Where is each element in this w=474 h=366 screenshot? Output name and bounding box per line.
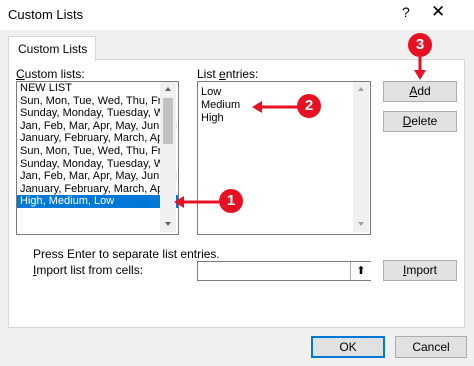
tab-label: Custom Lists [18,42,88,56]
custom-lists-label: Custom lists: [16,67,85,81]
custom-lists-scrollbar[interactable] [160,82,176,232]
import-hint: Press Enter to separate list entries. [33,247,220,261]
scroll-up-icon [165,87,171,91]
list-item[interactable]: January, February, March, Apri [17,132,178,145]
list-item[interactable]: January, February, March, Apri [17,183,178,196]
tab-custom-lists[interactable]: Custom Lists [8,36,96,61]
list-entries-label: List entries: [197,67,259,81]
cancel-button[interactable]: Cancel [395,336,467,358]
callout-badge-2: 2 [297,94,321,118]
callout-badge-3: 3 [408,33,432,57]
import-button[interactable]: Import [383,260,457,281]
callout-arrow-2 [252,101,298,113]
delete-button[interactable]: Delete [383,111,457,132]
entry-line: Low [201,86,222,98]
list-item[interactable]: Sunday, Monday, Tuesday, We [17,107,178,120]
list-item[interactable]: Jan, Feb, Mar, Apr, May, Jun, Ju [17,120,178,133]
import-range-input[interactable] [197,261,371,281]
scroll-down-icon [358,222,364,226]
list-item[interactable]: NEW LIST [17,82,178,95]
scroll-thumb [163,98,173,144]
scroll-up-icon [358,87,364,91]
list-item[interactable]: Sun, Mon, Tue, Wed, Thu, Fri, [17,145,178,158]
list-item[interactable]: Sunday, Monday, Tuesday, We [17,158,178,171]
callout-arrow-3 [414,57,426,80]
list-item[interactable]: Sun, Mon, Tue, Wed, Thu, Fri, [17,95,178,108]
import-label: Import list from cells: [33,263,144,277]
close-button[interactable]: ✕ [431,2,445,22]
scroll-down-icon [165,222,171,226]
list-entries-scrollbar[interactable] [353,82,369,232]
help-button[interactable]: ? [402,4,410,20]
callout-arrow-1 [174,196,220,208]
list-item[interactable]: Jan, Feb, Mar, Apr, May, Jun, Ju [17,170,178,183]
dialog-title: Custom Lists [8,7,84,22]
custom-lists-listbox[interactable]: NEW LIST Sun, Mon, Tue, Wed, Thu, Fri, S… [16,81,179,235]
collapse-dialog-icon[interactable]: ⬆ [350,262,371,280]
callout-badge-1: 1 [219,189,243,213]
list-item-selected[interactable]: High, Medium, Low [17,195,178,208]
add-button[interactable]: Add [383,81,457,102]
ok-button[interactable]: OK [311,336,385,358]
